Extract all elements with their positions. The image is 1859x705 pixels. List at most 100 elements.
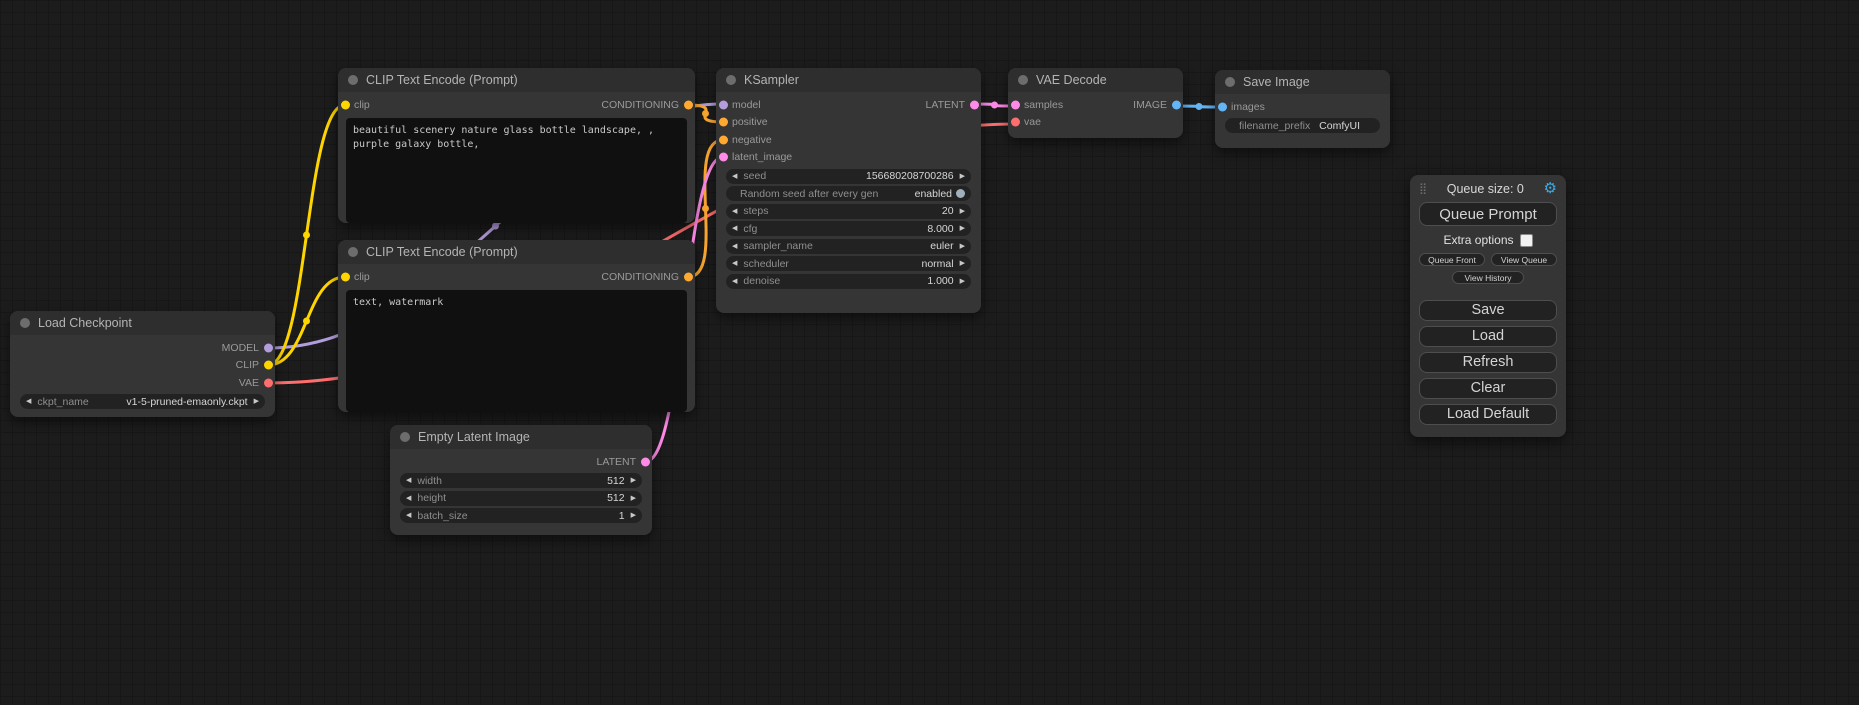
input-slot-model[interactable] <box>719 100 728 109</box>
increment-arrow-icon[interactable]: ▶ <box>960 173 965 180</box>
decrement-arrow-icon[interactable]: ◀ <box>732 173 737 180</box>
node-load-checkpoint[interactable]: Load Checkpoint MODEL CLIP VAE ◀ ckpt_na… <box>10 311 275 417</box>
queue-prompt-button[interactable]: Queue Prompt <box>1419 202 1557 226</box>
output-slot-conditioning[interactable] <box>684 272 693 281</box>
positive-prompt-textarea[interactable]: beautiful scenery nature glass bottle la… <box>346 118 687 223</box>
slot-row: negative <box>716 131 981 149</box>
node-title-bar[interactable]: VAE Decode <box>1008 68 1183 92</box>
decrement-arrow-icon[interactable]: ◀ <box>406 512 411 519</box>
collapse-dot-icon[interactable] <box>348 75 358 85</box>
output-slot-latent[interactable] <box>641 457 650 466</box>
input-slot-label: vae <box>1024 116 1041 128</box>
refresh-button[interactable]: Refresh <box>1419 352 1557 373</box>
sampler-name-widget[interactable]: ◀ sampler_name euler ▶ <box>726 239 971 254</box>
input-slot-clip[interactable] <box>341 272 350 281</box>
output-slot-label: CONDITIONING <box>601 271 679 283</box>
negative-prompt-textarea[interactable]: text, watermark <box>346 290 687 412</box>
widget-label: seed <box>743 170 766 182</box>
node-empty-latent-image[interactable]: Empty Latent Image LATENT ◀ width 512 ▶ … <box>390 425 652 535</box>
drag-handle-icon[interactable]: ⣿ <box>1419 182 1427 195</box>
seed-widget[interactable]: ◀ seed 156680208700286 ▶ <box>726 169 971 184</box>
output-slot-latent[interactable] <box>970 100 979 109</box>
increment-arrow-icon[interactable]: ▶ <box>960 243 965 250</box>
input-slot-vae[interactable] <box>1011 118 1020 127</box>
widget-label: sampler_name <box>743 240 812 252</box>
extra-options-checkbox[interactable] <box>1520 234 1533 247</box>
widget-value: 156680208700286 <box>866 170 954 182</box>
output-slot-model[interactable] <box>264 343 273 352</box>
node-title-bar[interactable]: Load Checkpoint <box>10 311 275 335</box>
output-slot-label: LATENT <box>926 99 965 111</box>
load-button[interactable]: Load <box>1419 326 1557 347</box>
increment-arrow-icon[interactable]: ▶ <box>960 208 965 215</box>
steps-widget[interactable]: ◀ steps 20 ▶ <box>726 204 971 219</box>
output-slot-vae[interactable] <box>264 378 273 387</box>
save-button[interactable]: Save <box>1419 300 1557 321</box>
input-slot-samples[interactable] <box>1011 100 1020 109</box>
toggle-indicator-icon[interactable] <box>956 189 965 198</box>
input-slot-latent-image[interactable] <box>719 153 728 162</box>
width-widget[interactable]: ◀ width 512 ▶ <box>400 473 642 488</box>
input-slot-images[interactable] <box>1218 102 1227 111</box>
collapse-dot-icon[interactable] <box>1225 77 1235 87</box>
collapse-dot-icon[interactable] <box>1018 75 1028 85</box>
decrement-arrow-icon[interactable]: ◀ <box>406 495 411 502</box>
collapse-dot-icon[interactable] <box>348 247 358 257</box>
collapse-dot-icon[interactable] <box>20 318 30 328</box>
queue-menu-panel: ⣿ Queue size: 0 ⚙ Queue Prompt Extra opt… <box>1410 175 1566 437</box>
batch-size-widget[interactable]: ◀ batch_size 1 ▶ <box>400 508 642 523</box>
node-title-bar[interactable]: Save Image <box>1215 70 1390 94</box>
queue-front-button[interactable]: Queue Front <box>1419 253 1485 266</box>
graph-canvas[interactable]: Load Checkpoint MODEL CLIP VAE ◀ ckpt_na… <box>0 0 1859 705</box>
node-vae-decode[interactable]: VAE Decode samples IMAGE vae <box>1008 68 1183 138</box>
filename-prefix-widget[interactable]: filename_prefix ComfyUI <box>1225 118 1380 133</box>
output-slot-conditioning[interactable] <box>684 100 693 109</box>
input-slot-positive[interactable] <box>719 118 728 127</box>
decrement-arrow-icon[interactable]: ◀ <box>732 225 737 232</box>
increment-arrow-icon[interactable]: ▶ <box>254 398 259 405</box>
slot-row: CLIP <box>10 357 275 375</box>
increment-arrow-icon[interactable]: ▶ <box>631 512 636 519</box>
decrement-arrow-icon[interactable]: ◀ <box>732 278 737 285</box>
increment-arrow-icon[interactable]: ▶ <box>960 278 965 285</box>
node-title-bar[interactable]: CLIP Text Encode (Prompt) <box>338 240 695 264</box>
settings-gear-icon[interactable]: ⚙ <box>1544 181 1557 196</box>
input-slot-label: images <box>1231 101 1265 113</box>
decrement-arrow-icon[interactable]: ◀ <box>732 243 737 250</box>
increment-arrow-icon[interactable]: ▶ <box>960 260 965 267</box>
view-queue-button[interactable]: View Queue <box>1491 253 1557 266</box>
input-slot-clip[interactable] <box>341 100 350 109</box>
output-slot-clip[interactable] <box>264 361 273 370</box>
random-seed-toggle-widget[interactable]: Random seed after every gen enabled <box>726 186 971 201</box>
ckpt-name-widget[interactable]: ◀ ckpt_name v1-5-pruned-emaonly.ckpt ▶ <box>20 394 265 409</box>
collapse-dot-icon[interactable] <box>726 75 736 85</box>
wire-midpoint-dot <box>303 232 310 239</box>
height-widget[interactable]: ◀ height 512 ▶ <box>400 491 642 506</box>
scheduler-widget[interactable]: ◀ scheduler normal ▶ <box>726 256 971 271</box>
denoise-widget[interactable]: ◀ denoise 1.000 ▶ <box>726 274 971 289</box>
increment-arrow-icon[interactable]: ▶ <box>631 495 636 502</box>
node-clip-text-encode-positive[interactable]: CLIP Text Encode (Prompt) clip CONDITION… <box>338 68 695 223</box>
decrement-arrow-icon[interactable]: ◀ <box>732 260 737 267</box>
node-title-bar[interactable]: KSampler <box>716 68 981 92</box>
wire-clip-to-negative-prompt <box>268 277 345 365</box>
decrement-arrow-icon[interactable]: ◀ <box>732 208 737 215</box>
node-title-bar[interactable]: CLIP Text Encode (Prompt) <box>338 68 695 92</box>
node-clip-text-encode-negative[interactable]: CLIP Text Encode (Prompt) clip CONDITION… <box>338 240 695 412</box>
increment-arrow-icon[interactable]: ▶ <box>631 477 636 484</box>
node-title-bar[interactable]: Empty Latent Image <box>390 425 652 449</box>
view-history-button[interactable]: View History <box>1452 271 1524 284</box>
decrement-arrow-icon[interactable]: ◀ <box>406 477 411 484</box>
collapse-dot-icon[interactable] <box>400 432 410 442</box>
node-title: CLIP Text Encode (Prompt) <box>366 73 518 87</box>
decrement-arrow-icon[interactable]: ◀ <box>26 398 31 405</box>
clear-button[interactable]: Clear <box>1419 378 1557 399</box>
input-slot-negative[interactable] <box>719 135 728 144</box>
load-default-button[interactable]: Load Default <box>1419 404 1557 425</box>
increment-arrow-icon[interactable]: ▶ <box>960 225 965 232</box>
output-slot-image[interactable] <box>1172 100 1181 109</box>
node-title: Save Image <box>1243 75 1310 89</box>
cfg-widget[interactable]: ◀ cfg 8.000 ▶ <box>726 221 971 236</box>
node-save-image[interactable]: Save Image images filename_prefix ComfyU… <box>1215 70 1390 148</box>
node-ksampler[interactable]: KSampler model LATENT positive negative … <box>716 68 981 313</box>
